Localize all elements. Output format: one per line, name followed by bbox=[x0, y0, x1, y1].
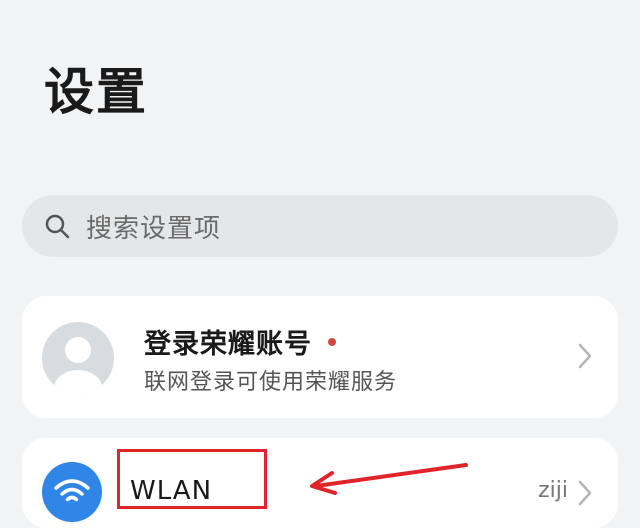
notification-dot bbox=[328, 337, 336, 346]
wifi-icon bbox=[42, 462, 102, 522]
account-title: 登录荣耀账号 bbox=[144, 329, 312, 360]
chevron-right-icon bbox=[578, 480, 592, 510]
search-icon bbox=[44, 213, 70, 239]
search-placeholder: 搜索设置项 bbox=[86, 213, 222, 244]
wlan-network-name: ziji bbox=[538, 478, 568, 503]
avatar-icon bbox=[42, 322, 114, 394]
search-bar[interactable]: 搜索设置项 bbox=[22, 195, 618, 257]
chevron-right-icon bbox=[578, 343, 592, 373]
account-title-row: 登录荣耀账号 bbox=[144, 322, 336, 361]
page-title: 设置 bbox=[44, 63, 148, 121]
annotation-arrow bbox=[310, 463, 468, 495]
account-card[interactable]: 登录荣耀账号 联网登录可使用荣耀服务 bbox=[22, 296, 618, 418]
highlight-box bbox=[117, 449, 267, 509]
account-subtitle: 联网登录可使用荣耀服务 bbox=[144, 370, 398, 395]
